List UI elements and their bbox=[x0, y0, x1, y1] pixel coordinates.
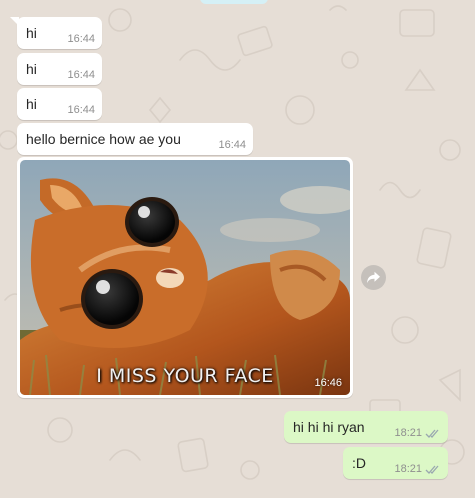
message-text: hi hi hi ryan bbox=[293, 419, 365, 435]
message-time: 16:44 bbox=[67, 69, 95, 81]
message-text: hello bernice how ae you bbox=[26, 131, 181, 147]
previous-message-edge bbox=[200, 0, 268, 4]
incoming-message[interactable]: hi 16:44 bbox=[17, 88, 102, 120]
double-check-icon bbox=[425, 465, 439, 474]
incoming-message[interactable]: hello bernice how ae you 16:44 bbox=[17, 123, 253, 155]
message-text: :D bbox=[352, 455, 366, 471]
gif-caption: I MISS YOUR FACE bbox=[96, 365, 274, 387]
message-time: 16:44 bbox=[67, 33, 95, 45]
message-text: hi bbox=[26, 25, 37, 41]
gif-image[interactable]: I MISS YOUR FACE 16:46 bbox=[20, 160, 350, 395]
outgoing-message[interactable]: hi hi hi ryan 18:21 bbox=[284, 411, 448, 443]
message-time: 16:46 bbox=[314, 377, 342, 389]
forward-button[interactable] bbox=[361, 265, 386, 290]
time-label: 16:44 bbox=[67, 104, 95, 116]
time-label: 18:21 bbox=[394, 463, 422, 475]
time-label: 16:44 bbox=[67, 69, 95, 81]
forward-arrow-icon bbox=[367, 271, 380, 283]
outgoing-message[interactable]: :D 18:21 bbox=[343, 447, 448, 479]
incoming-message[interactable]: hi 16:44 bbox=[17, 53, 102, 85]
message-text: hi bbox=[26, 96, 37, 112]
gif-message[interactable]: I MISS YOUR FACE 16:46 bbox=[17, 157, 353, 398]
message-text: hi bbox=[26, 61, 37, 77]
double-check-icon bbox=[425, 429, 439, 438]
incoming-message[interactable]: hi 16:44 bbox=[10, 17, 102, 49]
time-label: 16:44 bbox=[218, 139, 246, 151]
time-label: 18:21 bbox=[394, 427, 422, 439]
message-status: 18:21 bbox=[394, 463, 441, 475]
bubble-tail bbox=[10, 17, 19, 26]
message-time: 16:44 bbox=[218, 139, 246, 151]
message-time: 16:44 bbox=[67, 104, 95, 116]
message-status: 18:21 bbox=[394, 427, 441, 439]
time-label: 16:44 bbox=[67, 33, 95, 45]
puss-in-boots-gif-picture bbox=[20, 160, 350, 395]
